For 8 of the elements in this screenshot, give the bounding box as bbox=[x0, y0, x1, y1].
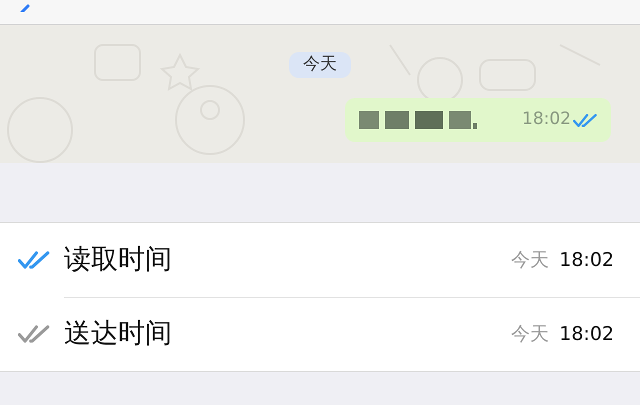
message-time: 18:02 bbox=[522, 108, 571, 132]
date-label: 今天 bbox=[289, 52, 351, 78]
receipt-label: 读取时间 bbox=[64, 242, 172, 277]
receipt-time: 18:02 bbox=[559, 248, 614, 273]
receipt-time: 18:02 bbox=[559, 322, 614, 348]
receipt-label: 送达时间 bbox=[64, 317, 172, 352]
receipt-day: 今天 bbox=[511, 320, 550, 349]
receipt-day: 今天 bbox=[511, 246, 550, 274]
